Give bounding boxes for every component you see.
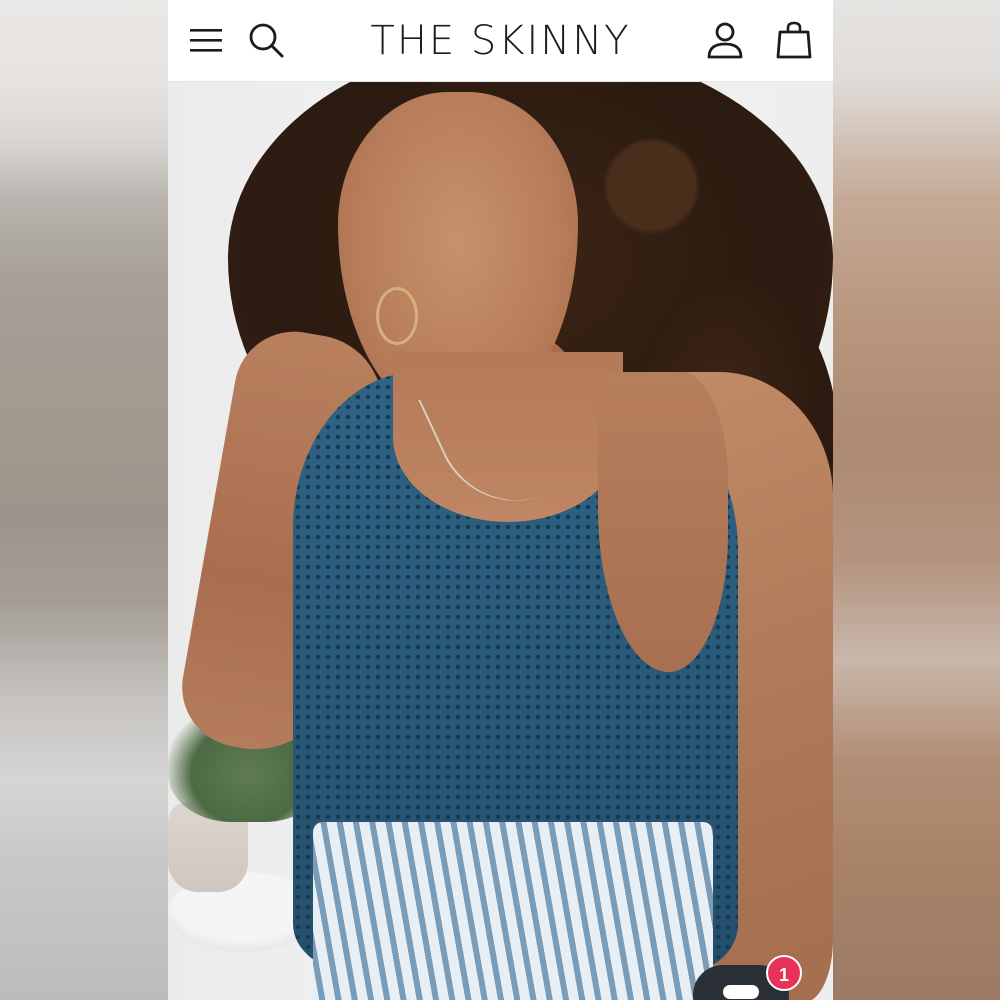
- blurred-backdrop-right: [833, 0, 1000, 1000]
- product-hero-image[interactable]: [168, 82, 833, 1000]
- account-button[interactable]: [703, 18, 747, 62]
- cart-button[interactable]: [772, 18, 816, 62]
- striped-pants: [313, 822, 713, 1000]
- site-header: THE SKINNY: [168, 0, 833, 82]
- user-icon: [707, 22, 743, 59]
- mobile-page: THE SKINNY 1: [168, 0, 833, 1000]
- chat-notification-badge: 1: [766, 955, 802, 991]
- hoop-earring: [376, 287, 418, 345]
- shopping-bag-icon: [776, 21, 812, 59]
